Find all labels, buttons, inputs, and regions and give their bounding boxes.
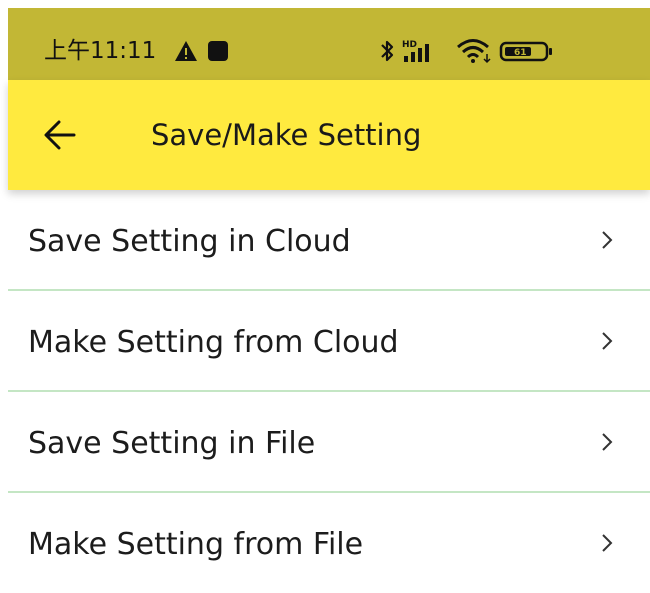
chevron-right-icon (602, 332, 613, 350)
warning-icon (175, 41, 197, 61)
svg-text:61: 61 (514, 48, 527, 58)
svg-text:HD: HD (402, 40, 417, 50)
menu-item-make-setting-from-cloud[interactable]: Make Setting from Cloud (8, 291, 650, 391)
menu-item-label: Make Setting from Cloud (28, 325, 399, 360)
status-time: 上午11:11 (44, 38, 157, 64)
battery-icon: 61 (499, 41, 552, 62)
page-title: Save/Make Setting (151, 118, 422, 152)
stop-icon (208, 41, 228, 61)
chevron-right-icon (602, 433, 613, 451)
wifi-icon (457, 39, 491, 64)
menu-item-label: Save Setting in File (28, 426, 316, 461)
back-arrow-icon[interactable] (41, 118, 79, 152)
divider (8, 289, 650, 291)
menu-item-label: Save Setting in Cloud (28, 224, 351, 259)
hd-signal-icon: HD (402, 40, 429, 62)
divider (8, 491, 650, 493)
divider (8, 390, 650, 392)
bluetooth-icon (381, 40, 394, 62)
menu-item-label: Make Setting from File (28, 527, 364, 562)
menu-item-save-setting-in-cloud[interactable]: Save Setting in Cloud (8, 190, 650, 290)
menu-item-save-setting-in-file[interactable]: Save Setting in File (8, 392, 650, 492)
menu-item-make-setting-from-file[interactable]: Make Setting from File (8, 493, 650, 593)
chevron-right-icon (602, 231, 613, 249)
menu-list: Save Setting in Cloud Make Setting from … (8, 190, 650, 585)
app-bar: Save/Make Setting (8, 80, 650, 190)
chevron-right-icon (602, 534, 613, 552)
status-bar: 上午11:11 HD 61 (8, 8, 650, 80)
